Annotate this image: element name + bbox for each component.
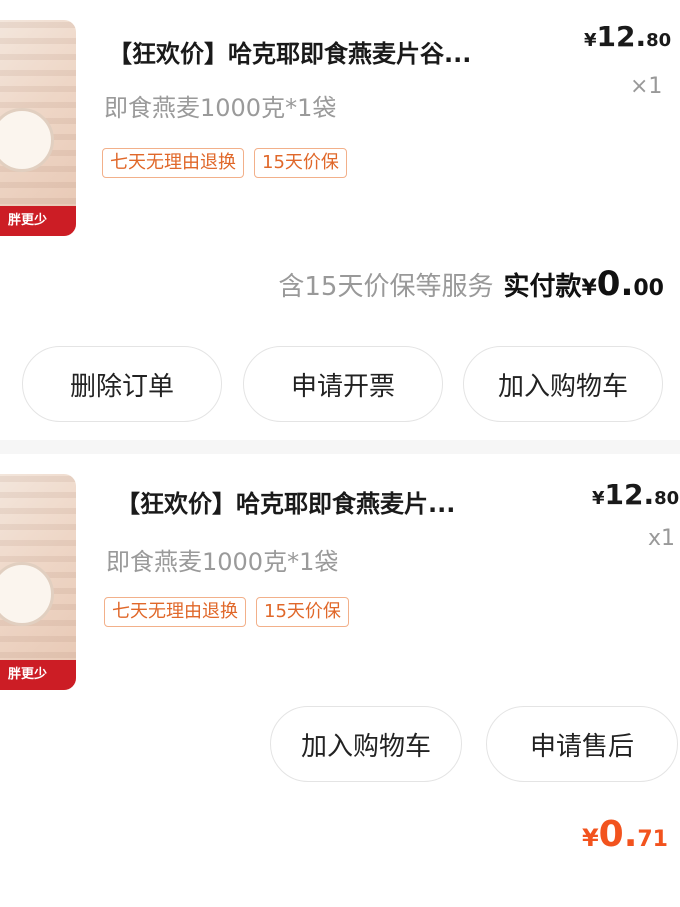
section-divider: [0, 440, 680, 454]
product-thumbnail[interactable]: 胖更少: [0, 474, 76, 690]
service-tags: 七天无理由退换 15天价保: [102, 148, 347, 178]
thumbnail-banner: 胖更少: [0, 206, 76, 236]
order-card-2: [0, 454, 680, 907]
product-price: ¥12.80: [592, 478, 679, 511]
tag-price-protect: 15天价保: [256, 597, 349, 627]
tag-return: 七天无理由退换: [104, 597, 246, 627]
product-price: ¥12.80: [584, 20, 671, 53]
product-quantity: ×1: [630, 74, 663, 99]
product-quantity: x1: [648, 526, 676, 551]
price-decimal: 80: [646, 30, 672, 51]
delete-order-button[interactable]: 删除订单: [22, 346, 222, 422]
thumbnail-banner: 胖更少: [0, 660, 76, 690]
price-integer: 12.: [596, 20, 647, 53]
product-spec: 即食燕麦1000克*1袋: [106, 548, 339, 576]
total-decimal: 71: [637, 827, 668, 852]
paid-integer: 0.: [596, 264, 634, 304]
payment-summary: 含15天价保等服务 实付款¥0.00: [278, 264, 664, 304]
services-note: 含15天价保等服务: [278, 272, 494, 302]
currency-symbol: ¥: [584, 30, 597, 51]
total-integer: 0.: [598, 814, 638, 855]
order-card-1: 胖更少 【狂欢价】哈克耶即食燕麦片谷... ¥12.80 即食燕麦1000克*1…: [0, 0, 680, 440]
paid-currency: ¥: [581, 276, 597, 301]
order-total: ¥0.71: [582, 814, 668, 855]
price-decimal: 80: [654, 488, 680, 509]
tag-price-protect: 15天价保: [254, 148, 347, 178]
add-to-cart-button[interactable]: 加入购物车: [463, 346, 663, 422]
total-currency: ¥: [581, 824, 599, 852]
product-spec: 即食燕麦1000克*1袋: [104, 94, 337, 122]
service-tags: 七天无理由退换 15天价保: [104, 597, 349, 627]
product-thumbnail[interactable]: 胖更少: [0, 20, 76, 236]
add-to-cart-button[interactable]: 加入购物车: [270, 706, 462, 782]
price-integer: 12.: [604, 478, 655, 511]
paid-label: 实付款: [503, 272, 582, 302]
after-sales-button[interactable]: 申请售后: [486, 706, 678, 782]
product-title[interactable]: 【狂欢价】哈克耶即食燕麦片...: [116, 484, 455, 519]
request-invoice-button[interactable]: 申请开票: [243, 346, 443, 422]
product-title[interactable]: 【狂欢价】哈克耶即食燕麦片谷...: [108, 34, 471, 69]
paid-decimal: 00: [633, 276, 664, 301]
currency-symbol: ¥: [592, 488, 605, 509]
tag-return: 七天无理由退换: [102, 148, 244, 178]
